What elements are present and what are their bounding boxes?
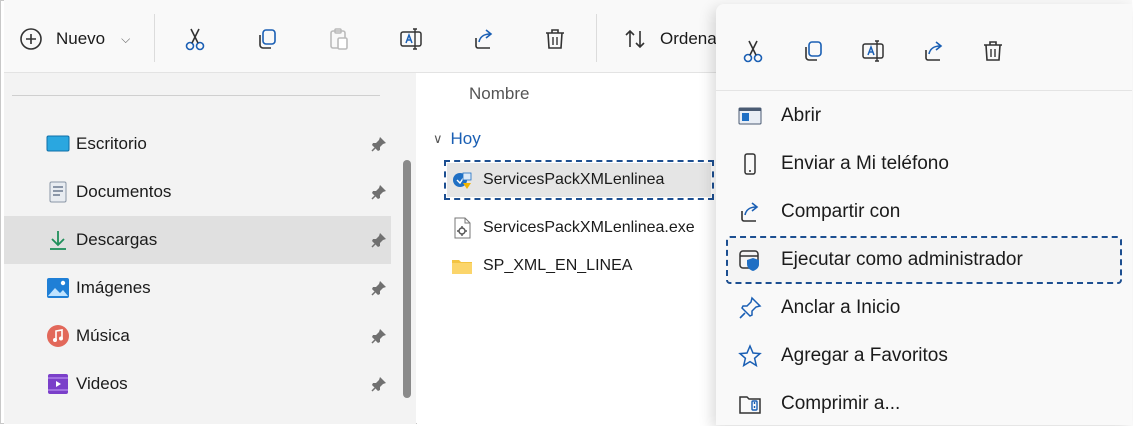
sidebar-item-label: Imágenes: [76, 278, 151, 297]
group-header-label: Hoy: [450, 129, 481, 148]
shield-admin-icon: [739, 250, 759, 271]
share-icon: [925, 41, 943, 61]
menu-item-compress[interactable]: Comprimir a...: [728, 382, 1120, 426]
sidebar-item-label: Documentos: [76, 182, 172, 201]
menu-item-pin-to-start[interactable]: Anclar a Inicio: [728, 286, 1120, 330]
chevron-down-icon: ∨: [433, 131, 443, 146]
sort-button[interactable]: Ordena: [622, 22, 717, 56]
delete-icon: [546, 29, 564, 49]
copy-icon: [259, 29, 276, 49]
copy-icon: [805, 41, 822, 61]
sidebar-item-label: Música: [76, 326, 130, 345]
sidebar-item-label: Videos: [76, 374, 128, 393]
pin-icon[interactable]: [370, 135, 388, 153]
context-copy-button[interactable]: [798, 36, 828, 66]
context-cut-button[interactable]: [738, 36, 768, 66]
paste-button[interactable]: [324, 24, 354, 54]
menu-item-share-with[interactable]: Compartir con: [728, 190, 1120, 234]
cut-icon: [185, 28, 205, 51]
sidebar-item-downloads[interactable]: Descargas: [4, 216, 391, 264]
navigation-pane: Escritorio Documentos Descargas Imágenes…: [4, 73, 416, 424]
pictures-icon: [47, 278, 69, 298]
pin-icon[interactable]: [370, 327, 388, 345]
group-header-today[interactable]: ∨ Hoy: [433, 129, 481, 149]
file-row-installer[interactable]: ServicesPackXMLenlinea: [444, 160, 714, 200]
open-icon: [738, 107, 762, 125]
sidebar-item-label: Descargas: [76, 230, 158, 249]
context-menu-quick-actions: [716, 4, 1132, 91]
sidebar-item-pictures[interactable]: Imágenes: [4, 264, 391, 312]
menu-item-open[interactable]: Abrir: [728, 94, 1120, 138]
sidebar-item-documents[interactable]: Documentos: [4, 168, 391, 216]
pin-icon[interactable]: [370, 375, 388, 393]
copy-button[interactable]: [252, 24, 282, 54]
videos-icon: [48, 374, 68, 394]
sidebar-scrollbar-thumb[interactable]: [403, 160, 411, 398]
menu-item-add-to-favorites[interactable]: Agregar a Favoritos: [728, 334, 1120, 378]
new-button[interactable]: Nuevo ⌵: [18, 22, 130, 56]
star-icon: [738, 344, 762, 368]
share-button[interactable]: [468, 24, 498, 54]
cut-icon: [743, 40, 763, 63]
zip-icon: [739, 396, 761, 414]
music-icon: [47, 325, 69, 347]
menu-item-label: Anclar a Inicio: [781, 297, 901, 318]
paste-icon: [330, 28, 348, 50]
menu-item-label: Comprimir a...: [781, 393, 901, 414]
menu-item-run-as-admin[interactable]: Ejecutar como administrador: [726, 236, 1122, 284]
sidebar-item-desktop[interactable]: Escritorio: [4, 120, 391, 168]
add-icon: [20, 28, 42, 50]
pin-icon[interactable]: [370, 183, 388, 201]
cut-button[interactable]: [180, 24, 210, 54]
sort-button-label: Ordena: [660, 29, 717, 48]
context-rename-button[interactable]: [858, 36, 888, 66]
desktop-icon: [46, 135, 70, 152]
menu-item-send-to-phone[interactable]: Enviar a Mi teléfono: [728, 142, 1120, 186]
chevron-down-icon: ⌵: [121, 31, 131, 46]
toolbar-divider: [596, 14, 597, 62]
sidebar-item-videos[interactable]: Videos: [4, 360, 391, 408]
context-share-button[interactable]: [918, 36, 948, 66]
installer-shortcut-icon: [453, 172, 472, 189]
context-menu: Abrir Enviar a Mi teléfono Compartir con…: [716, 4, 1132, 425]
pin-icon: [739, 296, 762, 319]
column-header-name[interactable]: Nombre: [469, 84, 529, 104]
file-name: ServicesPackXMLenlinea.exe: [483, 219, 695, 236]
share-icon: [475, 29, 493, 49]
phone-icon: [744, 153, 756, 175]
file-name: ServicesPackXMLenlinea: [483, 171, 665, 188]
file-row-folder[interactable]: SP_XML_EN_LINEA: [447, 249, 632, 283]
share-icon: [741, 202, 759, 222]
sidebar-item-music[interactable]: Música: [4, 312, 391, 360]
sidebar-item-label: Escritorio: [76, 134, 147, 153]
file-name: SP_XML_EN_LINEA: [483, 257, 633, 274]
menu-item-label: Enviar a Mi teléfono: [781, 153, 949, 174]
pin-icon[interactable]: [370, 279, 388, 297]
sort-icon: [625, 29, 645, 49]
rename-button[interactable]: [396, 24, 426, 54]
file-row-exe[interactable]: ServicesPackXMLenlinea.exe: [447, 211, 695, 245]
menu-item-label: Abrir: [781, 105, 822, 126]
menu-item-label: Compartir con: [781, 201, 901, 222]
rename-icon: [400, 28, 422, 50]
menu-item-label: Agregar a Favoritos: [781, 345, 948, 366]
rename-icon: [862, 40, 884, 62]
pin-icon[interactable]: [370, 231, 388, 249]
sidebar-divider: [12, 95, 380, 96]
menu-item-label: Ejecutar como administrador: [781, 249, 1023, 270]
delete-icon: [984, 41, 1002, 61]
toolbar-divider: [154, 14, 155, 62]
folder-icon: [452, 260, 472, 274]
delete-button[interactable]: [540, 24, 570, 54]
file-list: Nombre ∨ Hoy ServicesPackXMLenlinea Serv…: [417, 73, 717, 424]
new-button-label: Nuevo: [56, 29, 106, 48]
exe-file-icon: [454, 217, 471, 239]
documents-icon: [49, 181, 67, 203]
context-delete-button[interactable]: [978, 36, 1008, 66]
downloads-icon: [50, 231, 66, 250]
